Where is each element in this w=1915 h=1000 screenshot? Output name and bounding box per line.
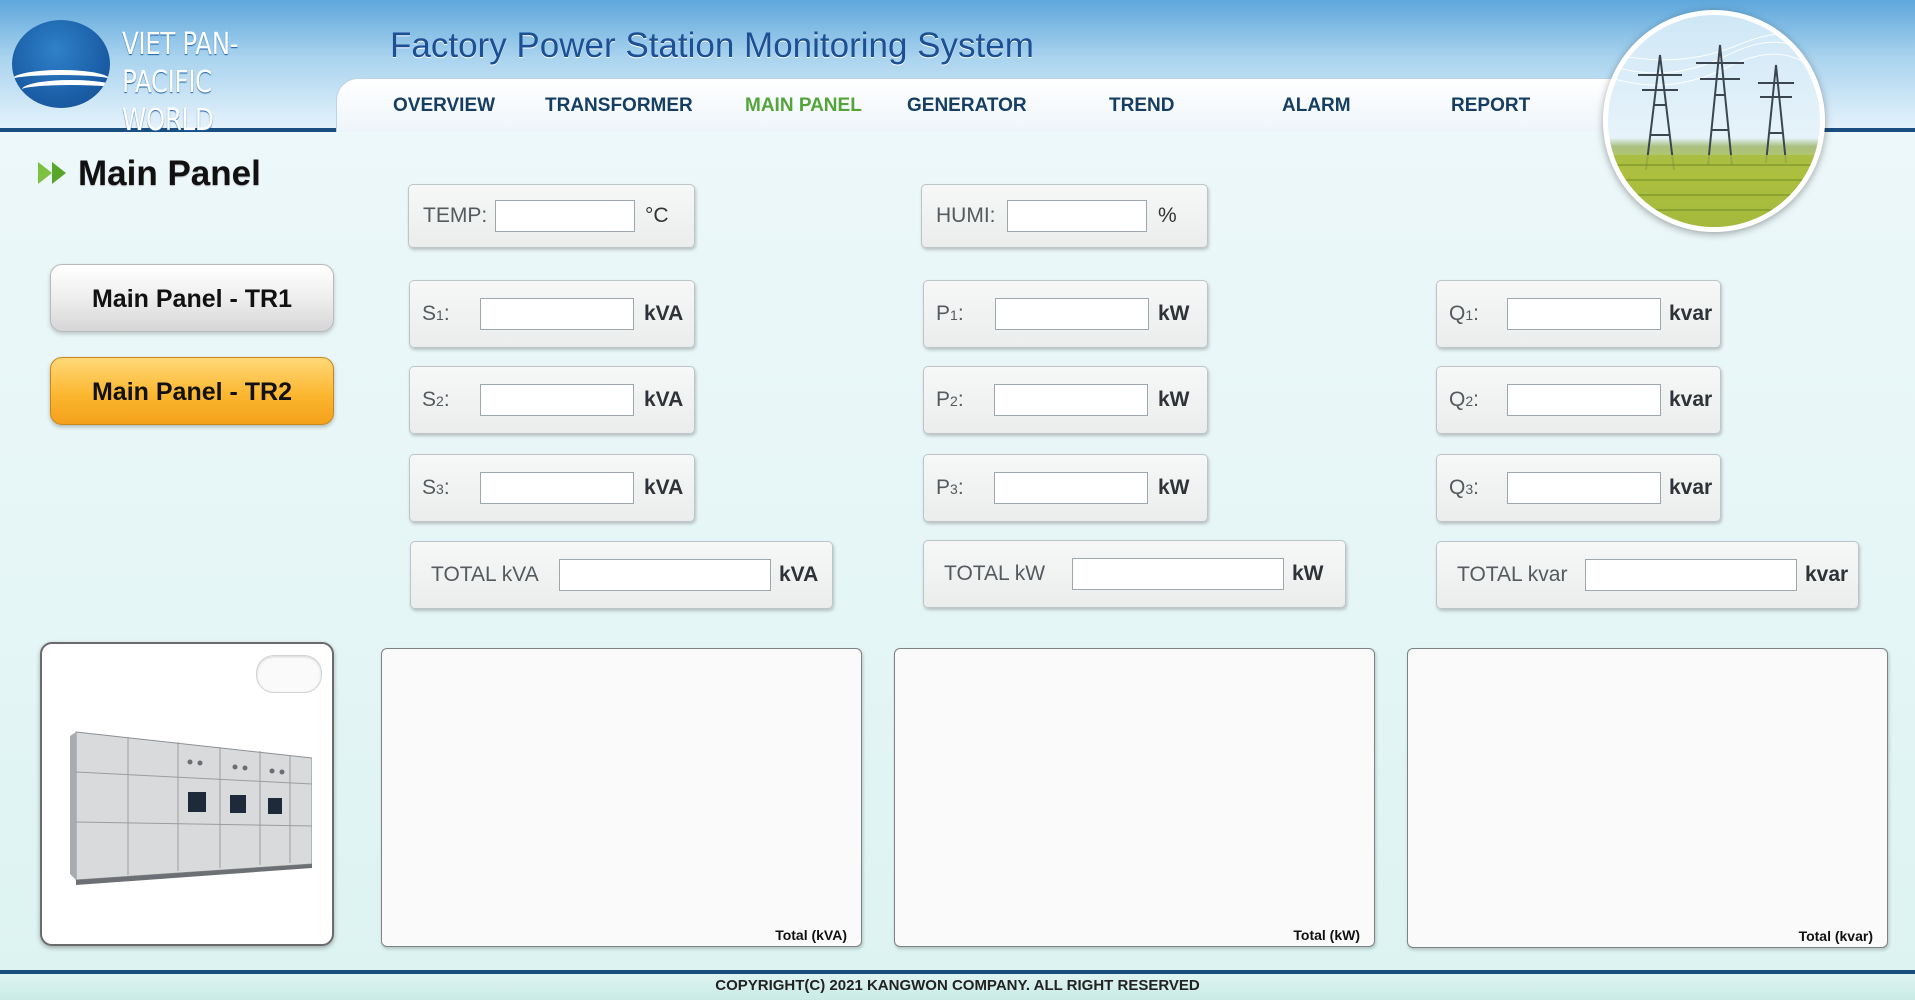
- q1-label: Q1:: [1449, 302, 1479, 325]
- main-panel-tr1-button[interactable]: Main Panel - TR1: [50, 264, 334, 332]
- s1-label: S1:: [422, 302, 450, 325]
- s2-box: S2: kVA: [409, 366, 695, 434]
- total-kvar-chart-caption: Total (kvar): [1798, 928, 1873, 944]
- q1-box: Q1: kvar: [1436, 280, 1721, 348]
- humi-field[interactable]: [1007, 200, 1147, 232]
- double-arrow-icon: [38, 162, 66, 184]
- s3-field[interactable]: [480, 472, 634, 504]
- total-kva-box: TOTAL kVA kVA: [410, 541, 833, 609]
- total-kva-chart: Total (kVA): [381, 648, 862, 947]
- humi-unit: %: [1158, 204, 1177, 227]
- nav-trend[interactable]: TREND: [1109, 95, 1174, 117]
- brand-line1: VIET PAN-PACIFIC: [122, 27, 239, 100]
- total-kw-unit: kW: [1292, 562, 1324, 585]
- logo-text: VIET PAN-PACIFIC WORLD: [122, 26, 294, 140]
- total-kw-chart-caption: Total (kW): [1293, 927, 1360, 943]
- p1-label: P1:: [936, 302, 964, 325]
- p3-field[interactable]: [994, 472, 1148, 504]
- nav-transformer[interactable]: TRANSFORMER: [545, 95, 693, 117]
- p1-box: P1: kW: [923, 280, 1208, 348]
- p2-box: P2: kW: [923, 366, 1208, 434]
- total-kvar-box: TOTAL kvar kvar: [1436, 541, 1859, 609]
- s2-field[interactable]: [480, 384, 634, 416]
- toggle-pill[interactable]: [256, 655, 322, 693]
- q2-unit: kvar: [1669, 388, 1713, 411]
- total-kvar-chart: Total (kvar): [1407, 648, 1888, 948]
- nav-report[interactable]: REPORT: [1451, 95, 1530, 117]
- q1-unit: kvar: [1669, 302, 1713, 325]
- nav-overview[interactable]: OVERVIEW: [393, 95, 495, 117]
- total-kw-box: TOTAL kW kW: [923, 540, 1346, 608]
- s2-label: S2:: [422, 388, 450, 411]
- s3-box: S3: kVA: [409, 454, 695, 522]
- total-kw-field[interactable]: [1072, 558, 1284, 590]
- q3-label: Q3:: [1449, 476, 1479, 499]
- nav-alarm[interactable]: ALARM: [1282, 95, 1351, 117]
- humi-label: HUMI:: [936, 204, 996, 227]
- q1-field[interactable]: [1507, 298, 1661, 330]
- p1-field[interactable]: [995, 298, 1149, 330]
- humi-box: HUMI: %: [921, 184, 1208, 248]
- main-nav: OVERVIEW TRANSFORMER MAIN PANEL GENERATO…: [336, 78, 1626, 132]
- p3-unit: kW: [1158, 476, 1190, 499]
- s2-unit: kVA: [644, 388, 684, 411]
- p2-label: P2:: [936, 388, 964, 411]
- page-title: Main Panel: [78, 154, 261, 193]
- p2-field[interactable]: [994, 384, 1148, 416]
- q3-field[interactable]: [1507, 472, 1661, 504]
- temp-unit: °C: [645, 204, 669, 227]
- s1-box: S1: kVA: [409, 280, 695, 348]
- p3-label: P3:: [936, 476, 964, 499]
- total-kw-label: TOTAL kW: [944, 562, 1046, 585]
- temp-field[interactable]: [495, 200, 635, 232]
- footer-copyright: COPYRIGHT(C) 2021 KANGWON COMPANY. ALL R…: [0, 970, 1915, 1000]
- brand-line2: WORLD: [122, 103, 214, 138]
- temp-box: TEMP: °C: [408, 184, 695, 248]
- wave-logo-icon: [12, 20, 110, 108]
- p1-unit: kW: [1158, 302, 1190, 325]
- q3-box: Q3: kvar: [1436, 454, 1721, 522]
- p2-unit: kW: [1158, 388, 1190, 411]
- total-kva-chart-caption: Total (kVA): [775, 927, 847, 943]
- s3-unit: kVA: [644, 476, 684, 499]
- app-title: Factory Power Station Monitoring System: [390, 26, 1034, 65]
- main-panel-image-card: [40, 642, 334, 946]
- total-kva-label: TOTAL kVA: [431, 563, 539, 586]
- s1-unit: kVA: [644, 302, 684, 325]
- total-kva-unit: kVA: [779, 563, 819, 586]
- main-panel-tr2-button[interactable]: Main Panel - TR2: [50, 357, 334, 425]
- s3-label: S3:: [422, 476, 450, 499]
- total-kvar-unit: kvar: [1805, 563, 1849, 586]
- switchgear-cabinet-image: [70, 731, 312, 885]
- nav-generator[interactable]: GENERATOR: [907, 95, 1027, 117]
- total-kvar-label: TOTAL kvar: [1457, 563, 1568, 586]
- q2-box: Q2: kvar: [1436, 366, 1721, 434]
- q2-field[interactable]: [1507, 384, 1661, 416]
- total-kw-chart: Total (kW): [894, 648, 1375, 947]
- s1-field[interactable]: [480, 298, 634, 330]
- nav-main-panel[interactable]: MAIN PANEL: [745, 95, 862, 117]
- temp-label: TEMP:: [423, 204, 488, 227]
- q3-unit: kvar: [1669, 476, 1713, 499]
- q2-label: Q2:: [1449, 388, 1479, 411]
- p3-box: P3: kW: [923, 454, 1208, 522]
- total-kvar-field[interactable]: [1585, 559, 1797, 591]
- total-kva-field[interactable]: [559, 559, 771, 591]
- power-tower-image: [1603, 10, 1825, 232]
- company-logo: VIET PAN-PACIFIC WORLD: [12, 18, 332, 138]
